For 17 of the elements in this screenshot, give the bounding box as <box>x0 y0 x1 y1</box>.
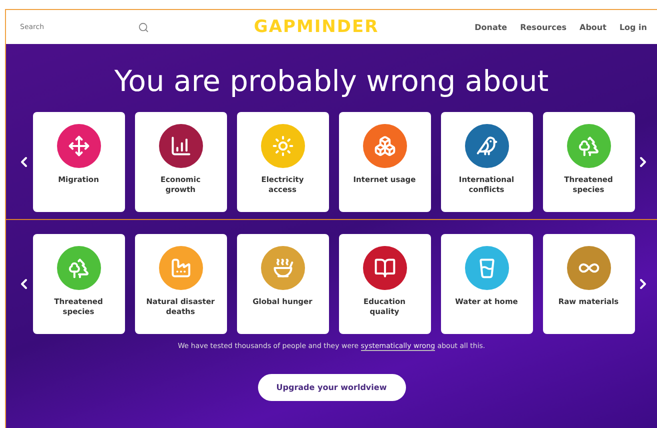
tree-icon <box>68 257 90 279</box>
bird-icon <box>476 135 498 157</box>
bar-chart-icon <box>170 135 192 157</box>
boxes-icon <box>374 135 396 157</box>
nav-link[interactable]: Resources <box>520 22 567 32</box>
factory-icon <box>170 257 192 279</box>
tree-icon <box>578 135 600 157</box>
nav-link[interactable]: Log in <box>619 22 647 32</box>
page-title: You are probably wrong about <box>114 64 549 98</box>
nav-link[interactable]: About <box>580 22 606 32</box>
arrows-icon <box>68 135 90 157</box>
nav-link[interactable]: Donate <box>474 22 508 32</box>
book-icon <box>374 257 396 279</box>
sun-icon <box>272 135 294 157</box>
upgrade-button[interactable]: Upgrade your worldview <box>258 374 406 401</box>
bowl-icon <box>272 257 294 279</box>
search-icon[interactable] <box>138 22 149 32</box>
